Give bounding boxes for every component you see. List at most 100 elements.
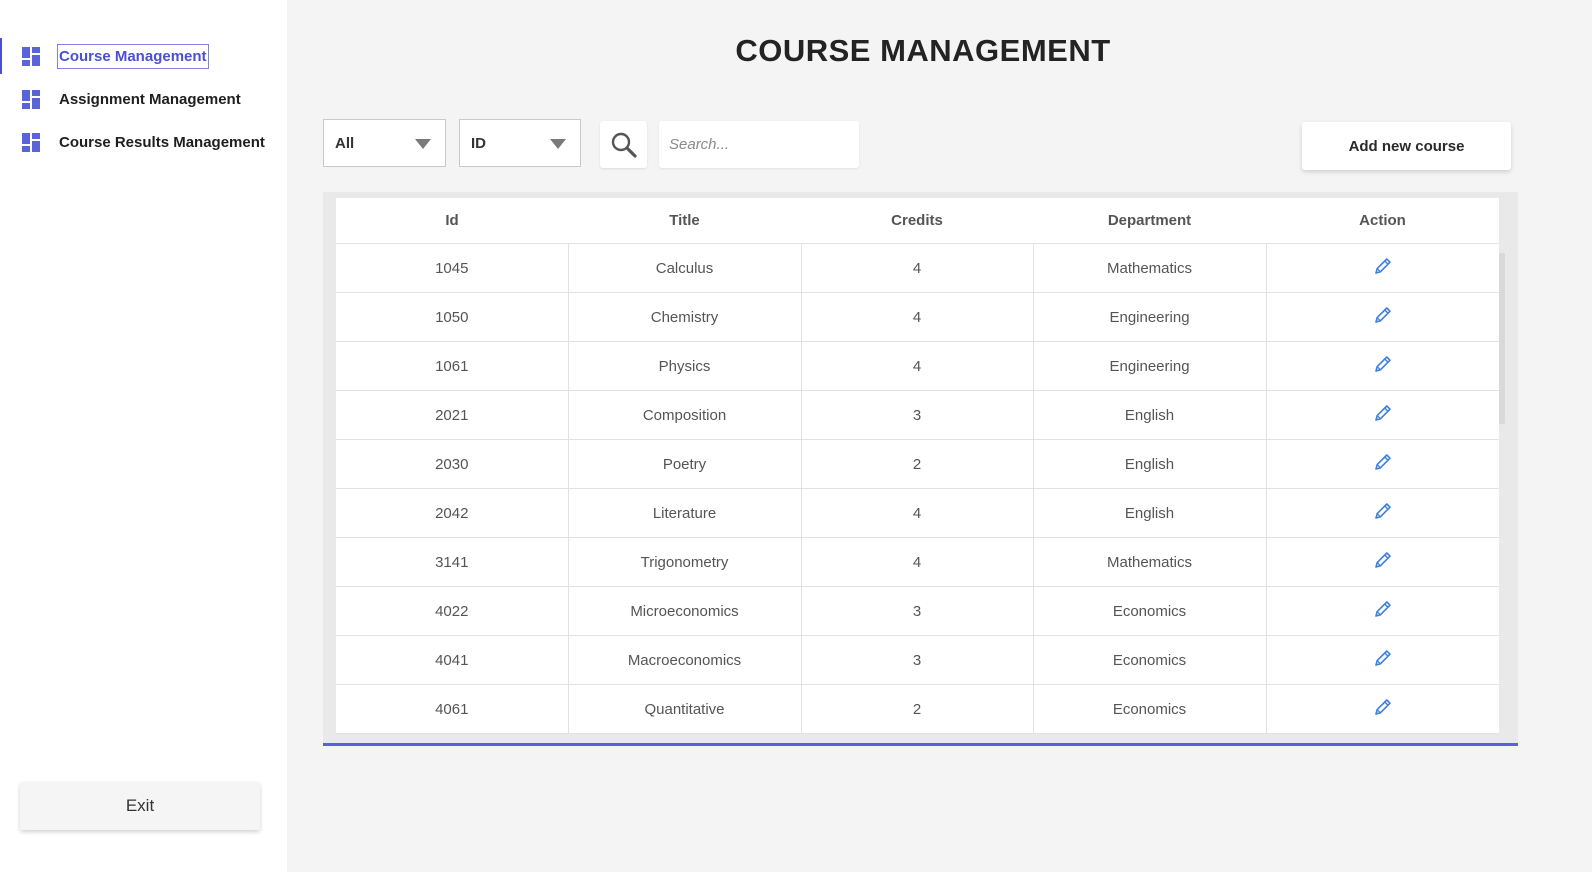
pencil-edit-icon[interactable]	[1373, 305, 1393, 325]
pencil-edit-icon[interactable]	[1373, 550, 1393, 570]
table-row[interactable]: 4061 Quantitative 2 Economics	[336, 684, 1499, 734]
cell-title: Literature	[567, 488, 802, 538]
sidebar-item-label: Course Results Management	[59, 133, 265, 151]
table-header-row: Id Title Credits Department Action	[336, 198, 1499, 244]
pencil-edit-icon[interactable]	[1373, 501, 1393, 521]
cell-id: 4022	[336, 586, 569, 636]
cell-action	[1265, 635, 1499, 685]
search-button[interactable]	[600, 121, 647, 168]
sidebar-item-course-results-management[interactable]: Course Results Management	[22, 128, 265, 156]
column-header-id[interactable]: Id	[336, 198, 568, 244]
column-header-action: Action	[1266, 198, 1499, 244]
cell-credits: 4	[800, 537, 1034, 587]
cell-title: Composition	[567, 390, 802, 440]
cell-credits: 4	[800, 341, 1034, 391]
table-row[interactable]: 1061 Physics 4 Engineering	[336, 341, 1499, 391]
cell-department: English	[1032, 439, 1267, 489]
cell-title: Microeconomics	[567, 586, 802, 636]
sidebar-item-label: Assignment Management	[59, 90, 241, 108]
cell-credits: 4	[800, 292, 1034, 342]
cell-action	[1265, 341, 1499, 391]
cell-title: Poetry	[567, 439, 802, 489]
category-filter-select[interactable]: All	[323, 119, 446, 167]
cell-credits: 3	[800, 390, 1034, 440]
cell-department: English	[1032, 488, 1267, 538]
cell-id: 4061	[336, 684, 569, 734]
table-row[interactable]: 1045 Calculus 4 Mathematics	[336, 243, 1499, 293]
cell-id: 1061	[336, 341, 569, 391]
table-row[interactable]: 1050 Chemistry 4 Engineering	[336, 292, 1499, 342]
table-row[interactable]: 4022 Microeconomics 3 Economics	[336, 586, 1499, 636]
sidebar-item-label: Course Management	[57, 43, 209, 69]
magnifier-icon	[611, 132, 637, 158]
cell-title: Physics	[567, 341, 802, 391]
cell-id: 1045	[336, 243, 569, 293]
pencil-edit-icon[interactable]	[1373, 256, 1393, 276]
pencil-edit-icon[interactable]	[1373, 697, 1393, 717]
cell-department: Mathematics	[1032, 243, 1267, 293]
column-header-department[interactable]: Department	[1033, 198, 1266, 244]
pencil-edit-icon[interactable]	[1373, 403, 1393, 423]
cell-title: Trigonometry	[567, 537, 802, 587]
sidebar-item-assignment-management[interactable]: Assignment Management	[22, 85, 241, 113]
cell-id: 2021	[336, 390, 569, 440]
cell-action	[1265, 488, 1499, 538]
cell-title: Chemistry	[567, 292, 802, 342]
column-header-credits[interactable]: Credits	[801, 198, 1033, 244]
table-row[interactable]: 3141 Trigonometry 4 Mathematics	[336, 537, 1499, 587]
cell-credits: 4	[800, 488, 1034, 538]
cell-id: 2042	[336, 488, 569, 538]
cell-action	[1265, 292, 1499, 342]
page-title: COURSE MANAGEMENT	[735, 33, 1111, 68]
pencil-edit-icon[interactable]	[1373, 354, 1393, 374]
cell-action	[1265, 243, 1499, 293]
cell-credits: 3	[800, 586, 1034, 636]
cell-department: Economics	[1032, 635, 1267, 685]
cell-action	[1265, 537, 1499, 587]
table-row[interactable]: 2042 Literature 4 English	[336, 488, 1499, 538]
cell-department: English	[1032, 390, 1267, 440]
cell-credits: 4	[800, 243, 1034, 293]
course-table: Id Title Credits Department Action 1045 C…	[336, 198, 1499, 734]
sidebar-item-course-management[interactable]: Course Management	[22, 42, 209, 70]
cell-department: Mathematics	[1032, 537, 1267, 587]
exit-button[interactable]: Exit	[20, 782, 260, 830]
chevron-down-icon	[415, 139, 431, 149]
search-input[interactable]	[659, 121, 859, 168]
dashboard-grid-icon	[22, 89, 41, 109]
column-header-title[interactable]: Title	[568, 198, 801, 244]
dashboard-grid-icon	[22, 132, 41, 152]
pencil-edit-icon[interactable]	[1373, 452, 1393, 472]
table-scrollbar[interactable]	[1499, 253, 1505, 424]
dashboard-grid-icon	[22, 46, 41, 66]
cell-title: Quantitative	[567, 684, 802, 734]
pencil-edit-icon[interactable]	[1373, 599, 1393, 619]
cell-department: Engineering	[1032, 341, 1267, 391]
cell-action	[1265, 684, 1499, 734]
table-row[interactable]: 2030 Poetry 2 English	[336, 439, 1499, 489]
cell-id: 2030	[336, 439, 569, 489]
cell-department: Engineering	[1032, 292, 1267, 342]
cell-credits: 2	[800, 439, 1034, 489]
cell-department: Economics	[1032, 684, 1267, 734]
add-new-course-button[interactable]: Add new course	[1302, 122, 1511, 170]
course-table-container: Id Title Credits Department Action 1045 C…	[323, 192, 1518, 746]
active-nav-indicator	[0, 38, 2, 74]
table-row[interactable]: 4041 Macroeconomics 3 Economics	[336, 635, 1499, 685]
cell-title: Macroeconomics	[567, 635, 802, 685]
sidebar: Course Management Assignment Management …	[0, 0, 287, 872]
cell-action	[1265, 439, 1499, 489]
cell-department: Economics	[1032, 586, 1267, 636]
cell-id: 3141	[336, 537, 569, 587]
category-filter-value: All	[335, 134, 355, 152]
chevron-down-icon	[550, 139, 566, 149]
table-row[interactable]: 2021 Composition 3 English	[336, 390, 1499, 440]
pencil-edit-icon[interactable]	[1373, 648, 1393, 668]
field-filter-select[interactable]: ID	[459, 119, 581, 167]
cell-action	[1265, 390, 1499, 440]
field-filter-value: ID	[471, 134, 486, 152]
cell-id: 4041	[336, 635, 569, 685]
cell-credits: 3	[800, 635, 1034, 685]
cell-id: 1050	[336, 292, 569, 342]
cell-title: Calculus	[567, 243, 802, 293]
